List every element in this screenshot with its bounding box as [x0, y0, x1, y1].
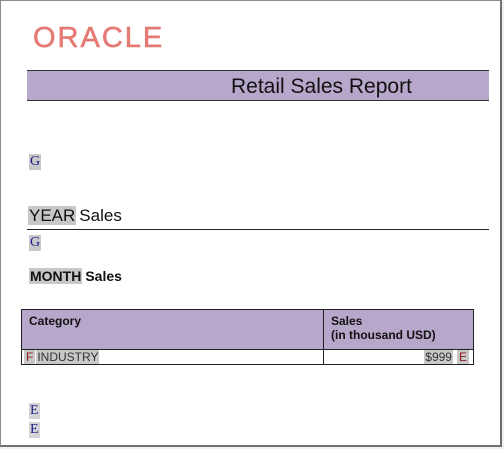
sales-table: Category Sales (in thousand USD) F INDUST…: [21, 309, 474, 365]
group-field-marker-year: G: [29, 235, 42, 251]
end-group-marker-1: E: [29, 403, 40, 419]
year-sales-heading: YEAR Sales: [28, 206, 122, 226]
month-sales-heading: MONTH Sales: [29, 268, 122, 284]
sales-header-line2: (in thousand USD): [331, 328, 436, 342]
month-field-token: MONTH: [29, 268, 83, 284]
end-group-marker-2: E: [29, 422, 40, 438]
amount-field: $999: [424, 350, 453, 364]
section-divider: [27, 229, 489, 230]
report-document: ORACLE Retail Sales Report G YEAR Sales G…: [0, 0, 502, 447]
title-band: Retail Sales Report: [27, 70, 489, 101]
year-field-token: YEAR: [28, 206, 77, 225]
amount-cell: $999 E: [323, 349, 474, 365]
for-each-end-token: E: [456, 350, 469, 364]
report-title: Retail Sales Report: [231, 75, 412, 98]
table-header-row: Category Sales (in thousand USD): [21, 309, 474, 350]
sales-column-header: Sales (in thousand USD): [323, 309, 474, 350]
year-sales-label: Sales: [79, 206, 122, 225]
table-row: F INDUSTRY $999 E: [21, 349, 474, 365]
for-each-start-token: F: [24, 350, 36, 364]
logo-text: ORACLE: [33, 22, 164, 54]
sales-header-line1: Sales: [331, 314, 363, 328]
month-sales-label: Sales: [85, 268, 122, 284]
oracle-logo: ORACLE: [33, 22, 164, 54]
group-field-marker: G: [29, 154, 42, 170]
category-cell: F INDUSTRY: [21, 349, 324, 365]
industry-field: INDUSTRY: [36, 350, 100, 364]
category-column-header: Category: [21, 309, 324, 350]
